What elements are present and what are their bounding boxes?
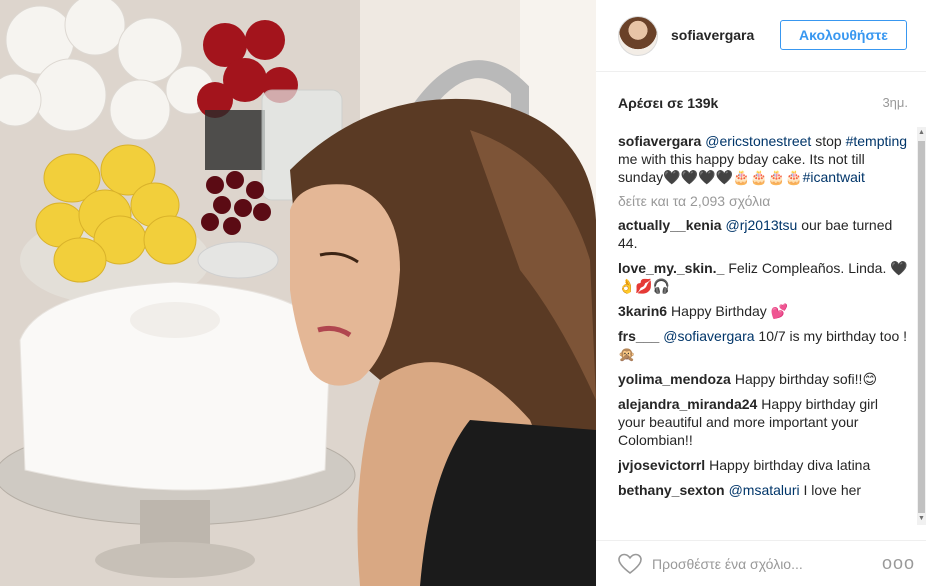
caption-hashtag-2[interactable]: #icantwait xyxy=(803,169,865,185)
comment-input[interactable] xyxy=(652,553,872,575)
comment-username[interactable]: jvjosevictorrl xyxy=(618,457,705,473)
comment-text: 10/7 is my birthday too ! 🙊 xyxy=(618,328,908,362)
comment-item: alejandra_miranda24 Happy birthday girl y… xyxy=(618,395,908,449)
comment-username[interactable]: 3karin6 xyxy=(618,303,667,319)
caption: sofiavergara @ericstonestreet stop #tempt… xyxy=(618,132,908,186)
caption-username[interactable]: sofiavergara xyxy=(618,133,701,149)
more-options-icon[interactable]: ooo xyxy=(882,551,914,575)
username[interactable]: sofiavergara xyxy=(671,27,754,43)
post-side-panel: sofiavergara Ακολουθήστε Αρέσει σε 139k … xyxy=(596,0,926,586)
comment-item: love_my._skin._ Feliz Compleaños. Linda. … xyxy=(618,259,908,295)
post-header: sofiavergara Ακολουθήστε xyxy=(596,0,926,72)
comment-text: Happy birthday diva latina xyxy=(709,457,871,473)
comment-item: actually__kenia @rj2013tsu our bae turned… xyxy=(618,216,908,252)
avatar[interactable] xyxy=(618,16,658,56)
comment-item: 3karin6 Happy Birthday 💕 xyxy=(618,302,908,320)
comment-item: yolima_mendoza Happy birthday sofi!!😊 xyxy=(618,370,908,388)
comments-scrollbar[interactable]: ▲ ▼ xyxy=(917,127,926,525)
post-modal: sofiavergara Ακολουθήστε Αρέσει σε 139k … xyxy=(0,0,926,586)
likes-row: Αρέσει σε 139k 3ημ. xyxy=(618,95,908,113)
post-photo[interactable] xyxy=(0,0,596,586)
follow-button[interactable]: Ακολουθήστε xyxy=(780,20,907,50)
comment-username[interactable]: frs___ xyxy=(618,328,659,344)
likes-count[interactable]: Αρέσει σε 139k xyxy=(618,95,718,111)
comment-mention[interactable]: @sofiavergara xyxy=(663,328,754,344)
view-all-comments-link[interactable]: δείτε και τα 2,093 σχόλια xyxy=(618,192,908,210)
comment-mention[interactable]: @rj2013tsu xyxy=(726,217,798,233)
scroll-thumb[interactable] xyxy=(918,141,925,513)
comment-item: jvjosevictorrl Happy birthday diva latina xyxy=(618,456,908,474)
comment-username[interactable]: actually__kenia xyxy=(618,217,722,233)
comment-text: I love her xyxy=(799,482,862,498)
comment-username[interactable]: alejandra_miranda24 xyxy=(618,396,757,412)
post-time[interactable]: 3ημ. xyxy=(882,95,908,110)
caption-text-1: stop xyxy=(811,133,846,149)
caption-mention[interactable]: @ericstonestreet xyxy=(705,133,811,149)
comment-text: Happy Birthday 💕 xyxy=(671,303,789,319)
comment-username[interactable]: bethany_sexton xyxy=(618,482,725,498)
comment-username[interactable]: yolima_mendoza xyxy=(618,371,731,387)
scroll-down-arrow-icon[interactable]: ▼ xyxy=(917,513,926,525)
caption-hashtag-1[interactable]: #tempting xyxy=(846,133,907,149)
comments-list: sofiavergara @ericstonestreet stop #tempt… xyxy=(618,132,908,524)
comment-username[interactable]: love_my._skin._ xyxy=(618,260,724,276)
post-footer: ooo xyxy=(596,540,926,586)
heart-icon[interactable] xyxy=(618,553,642,575)
comment-text: Happy birthday sofi!!😊 xyxy=(734,371,878,387)
comment-item: frs___ @sofiavergara 10/7 is my birthday … xyxy=(618,327,908,363)
photo-illustration xyxy=(0,0,596,586)
comment-item: bethany_sexton @msataluri I love her xyxy=(618,481,908,499)
scroll-up-arrow-icon[interactable]: ▲ xyxy=(917,127,926,139)
comment-mention[interactable]: @msataluri xyxy=(729,482,800,498)
